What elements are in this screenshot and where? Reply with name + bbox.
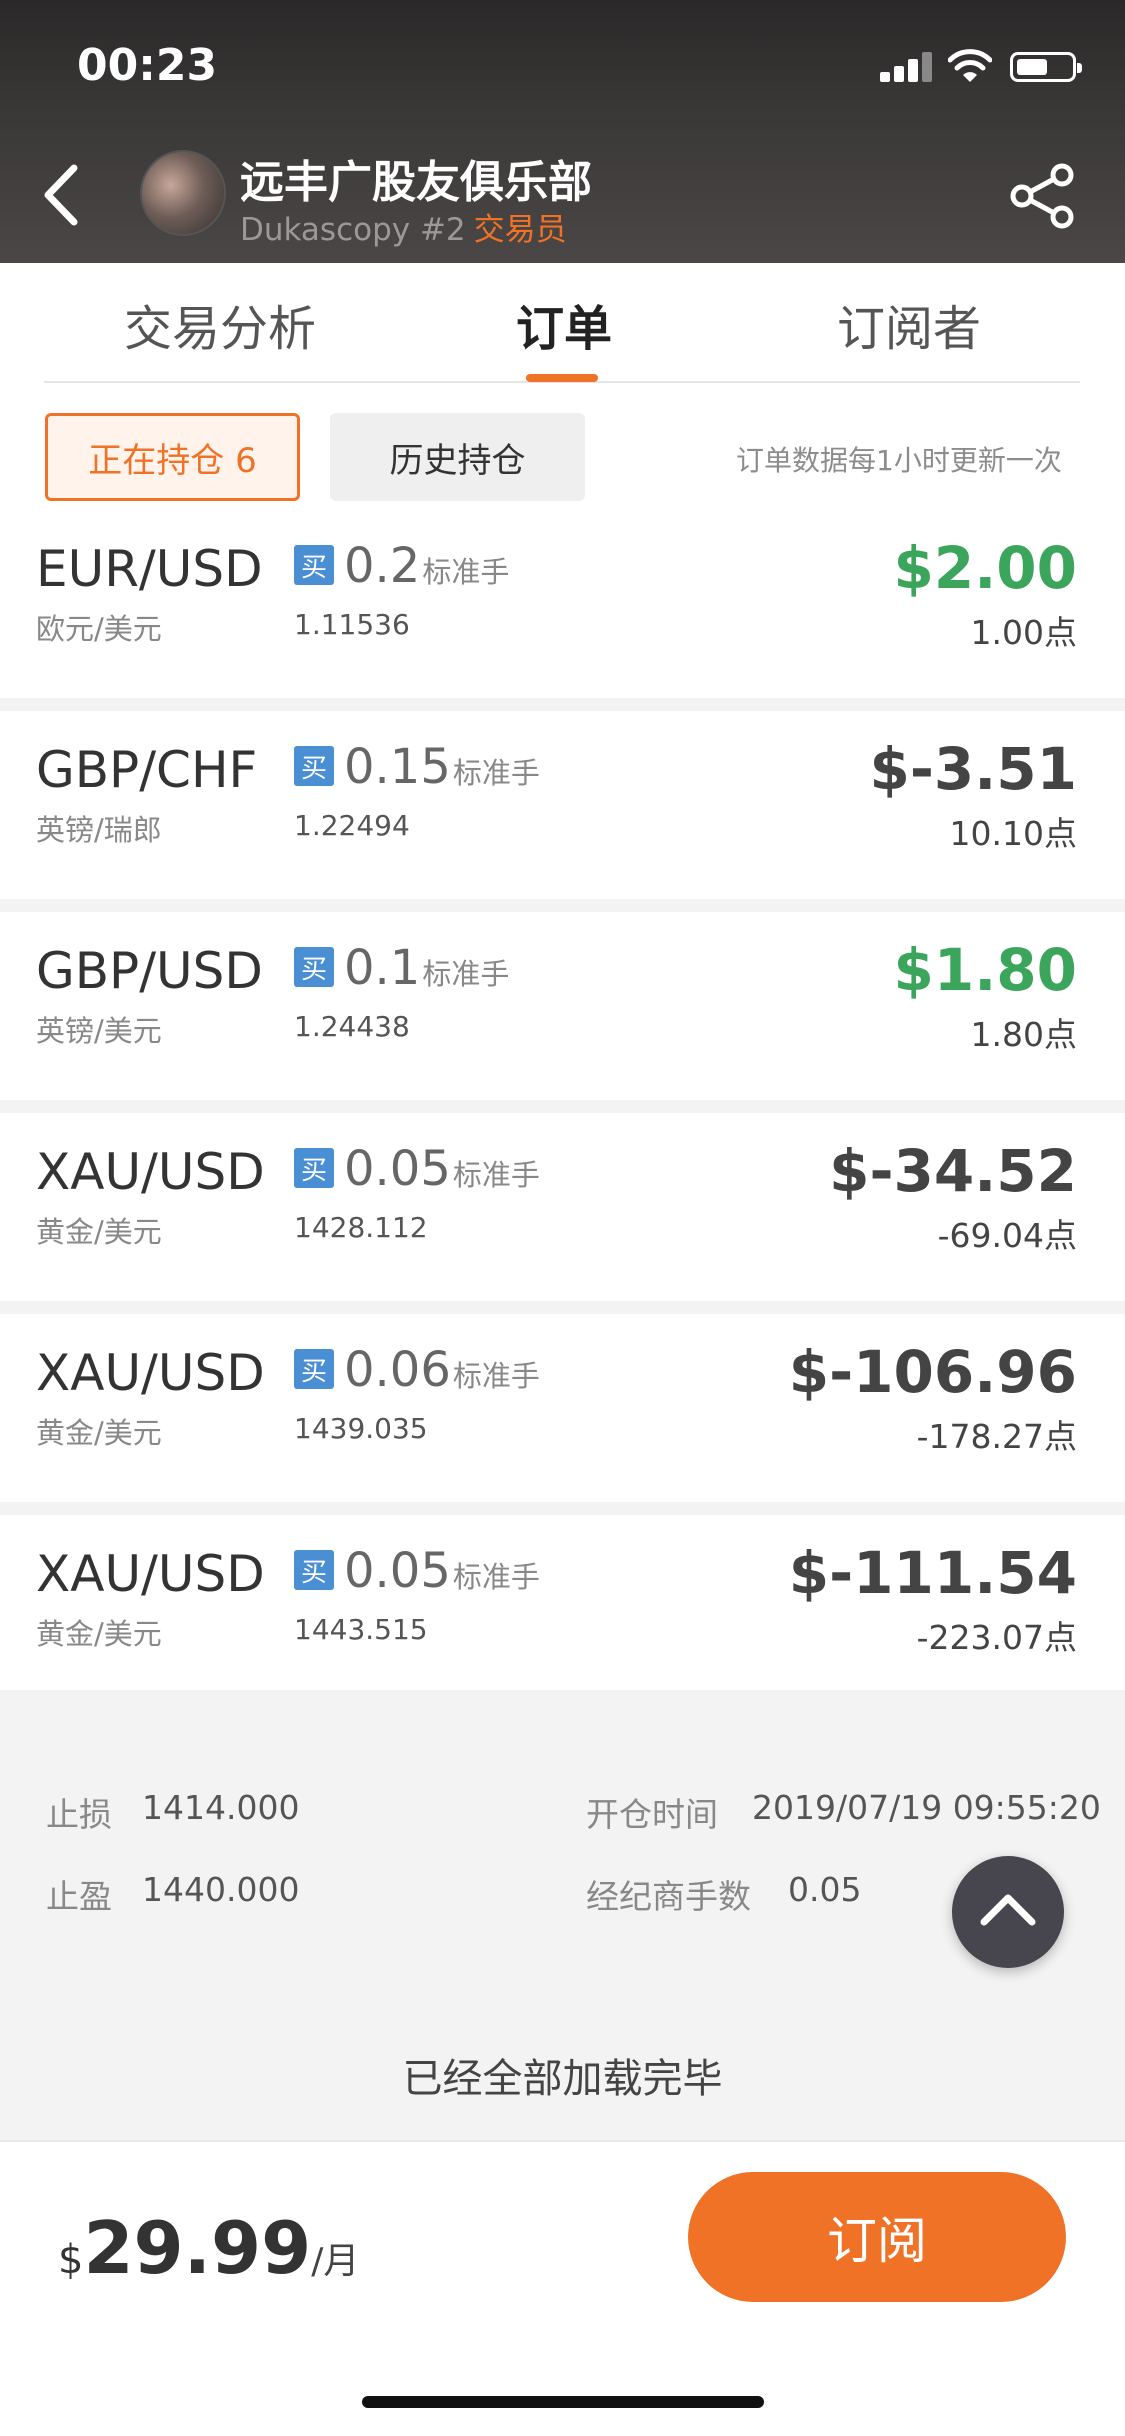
pnl-value: $-3.51 — [869, 735, 1077, 803]
pair-name: GBP/CHF — [36, 741, 258, 799]
tab-bar: 交易分析 订单 订阅者 — [0, 263, 1125, 383]
app-screen: 00:23 远丰广股友俱乐部 Dukascopy #2 交易员 交易分析 订单 订… — [0, 0, 1125, 2436]
take-profit-label: 止盈 — [46, 1877, 112, 1916]
price-amount: 29.99 — [83, 2206, 312, 2290]
list-item[interactable]: XAU/USD 黄金/美元 买 0.05标准手 1428.112 $-34.52… — [0, 1113, 1125, 1301]
avatar[interactable] — [140, 150, 226, 236]
pair-name: XAU/USD — [36, 1143, 265, 1201]
pnl-points: -69.04点 — [937, 1216, 1077, 1255]
scroll-top-button[interactable] — [952, 1856, 1064, 1968]
buy-badge: 买 — [294, 1148, 334, 1188]
pair-cn: 欧元/美元 — [36, 612, 162, 646]
history-positions-button[interactable]: 历史持仓 — [330, 413, 585, 501]
pair-name: GBP/USD — [36, 942, 263, 1000]
signal-icon — [880, 52, 934, 82]
lot-size: 0.05标准手 — [344, 1543, 540, 1599]
list-item[interactable]: EUR/USD 欧元/美元 买 0.2标准手 1.11536 $2.00 1.0… — [0, 530, 1125, 698]
tab-subscribers[interactable]: 订阅者 — [837, 289, 981, 359]
lot-size: 0.2标准手 — [344, 538, 510, 594]
lot-size: 0.06标准手 — [344, 1342, 540, 1398]
broker-lots-value: 0.05 — [788, 1870, 862, 1909]
pair-name: XAU/USD — [36, 1545, 265, 1603]
lot-size: 0.1标准手 — [344, 940, 510, 996]
home-indicator — [362, 2396, 764, 2408]
pair-cn: 英镑/美元 — [36, 1014, 162, 1048]
status-time: 00:23 — [77, 40, 218, 91]
currency-symbol: $ — [58, 2237, 84, 2283]
open-price: 1.24438 — [294, 1010, 410, 1043]
wifi-icon — [948, 49, 992, 82]
filter-row: 正在持仓 6 历史持仓 订单数据每1小时更新一次 — [0, 383, 1125, 530]
list-item[interactable]: GBP/USD 英镑/美元 买 0.1标准手 1.24438 $1.80 1.8… — [0, 912, 1125, 1100]
broker-lots-label: 经纪商手数 — [586, 1877, 751, 1916]
battery-icon — [1010, 52, 1082, 82]
open-price: 1428.112 — [294, 1211, 428, 1244]
pnl-points: 10.10点 — [949, 814, 1077, 853]
active-tab-indicator — [526, 374, 598, 382]
buy-badge: 买 — [294, 1550, 334, 1590]
subscription-price: $29.99/月 — [58, 2206, 359, 2290]
pnl-points: 1.00点 — [970, 613, 1077, 652]
open-positions-button[interactable]: 正在持仓 6 — [45, 413, 300, 501]
back-icon[interactable] — [38, 160, 88, 230]
open-time-label: 开仓时间 — [586, 1795, 718, 1834]
pnl-points: -178.27点 — [916, 1417, 1077, 1456]
pnl-points: -223.07点 — [916, 1618, 1077, 1657]
stop-loss-value: 1414.000 — [142, 1788, 300, 1827]
open-time-value: 2019/07/19 09:55:20 — [752, 1788, 1101, 1827]
pair-name: EUR/USD — [36, 540, 263, 598]
buy-badge: 买 — [294, 947, 334, 987]
open-price: 1.22494 — [294, 809, 410, 842]
tab-orders[interactable]: 订单 — [516, 289, 612, 359]
pnl-value: $-111.54 — [788, 1539, 1077, 1607]
pnl-value: $2.00 — [893, 534, 1077, 602]
buy-badge: 买 — [294, 746, 334, 786]
pair-cn: 英镑/瑞郎 — [36, 813, 162, 847]
pnl-value: $-34.52 — [829, 1137, 1077, 1205]
take-profit-value: 1440.000 — [142, 1870, 300, 1909]
buy-badge: 买 — [294, 545, 334, 585]
chevron-up-icon — [980, 1894, 1036, 1926]
list-item[interactable]: GBP/CHF 英镑/瑞郎 买 0.15标准手 1.22494 $-3.51 1… — [0, 711, 1125, 899]
role-label: 交易员 — [473, 212, 567, 248]
pnl-value: $-106.96 — [788, 1338, 1077, 1406]
lot-size: 0.05标准手 — [344, 1141, 540, 1197]
pair-name: XAU/USD — [36, 1344, 265, 1402]
pnl-points: 1.80点 — [970, 1015, 1077, 1054]
all-loaded-text: 已经全部加载完毕 — [0, 2010, 1125, 2140]
share-icon[interactable] — [1008, 163, 1078, 229]
broker-name: Dukascopy #2 — [240, 212, 466, 248]
subscription-bar: $29.99/月 订阅 — [0, 2140, 1125, 2436]
open-price: 1443.515 — [294, 1613, 428, 1646]
pair-cn: 黄金/美元 — [36, 1215, 162, 1249]
price-unit: /月 — [311, 2241, 360, 2282]
update-note: 订单数据每1小时更新一次 — [736, 444, 1062, 477]
header: 00:23 远丰广股友俱乐部 Dukascopy #2 交易员 — [0, 0, 1125, 263]
pnl-value: $1.80 — [893, 936, 1077, 1004]
stop-loss-label: 止损 — [46, 1795, 112, 1834]
tab-analysis[interactable]: 交易分析 — [124, 289, 316, 359]
subscribe-button[interactable]: 订阅 — [688, 2172, 1066, 2302]
list-item[interactable]: XAU/USD 黄金/美元 买 0.06标准手 1439.035 $-106.9… — [0, 1314, 1125, 1502]
pair-cn: 黄金/美元 — [36, 1617, 162, 1651]
open-price: 1.11536 — [294, 608, 410, 641]
orders-list: EUR/USD 欧元/美元 买 0.2标准手 1.11536 $2.00 1.0… — [0, 530, 1125, 1690]
club-name: 远丰广股友俱乐部 — [240, 157, 592, 208]
pair-cn: 黄金/美元 — [36, 1416, 162, 1450]
broker-line: Dukascopy #2 交易员 — [240, 204, 567, 249]
lot-size: 0.15标准手 — [344, 739, 540, 795]
list-item[interactable]: XAU/USD 黄金/美元 买 0.05标准手 1443.515 $-111.5… — [0, 1515, 1125, 1690]
buy-badge: 买 — [294, 1349, 334, 1389]
open-price: 1439.035 — [294, 1412, 428, 1445]
